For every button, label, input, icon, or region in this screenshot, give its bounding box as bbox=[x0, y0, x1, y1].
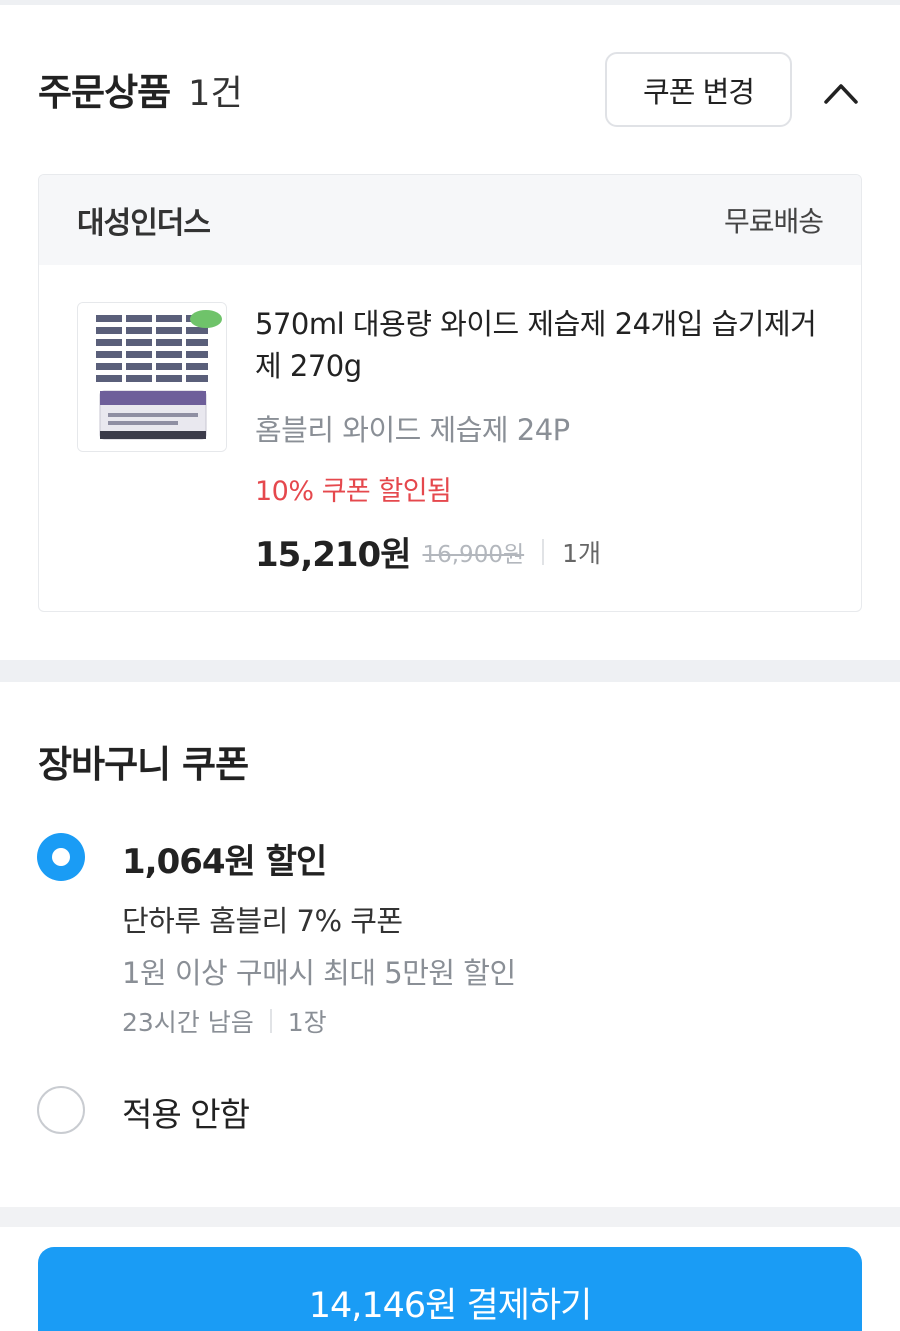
product-coupon-note: 10% 쿠폰 할인됨 bbox=[255, 476, 452, 507]
quantity: 1개 bbox=[562, 538, 602, 568]
seller-name: 대성인더스 bbox=[77, 206, 211, 241]
product-thumbnail[interactable] bbox=[77, 302, 227, 452]
coupon-option-meta: 23시간 남음 1장 bbox=[122, 1003, 327, 1039]
product-image bbox=[78, 303, 226, 451]
coupon-option-discount[interactable]: 1,064원 할인 bbox=[122, 834, 327, 883]
order-section-title: 주문상품 bbox=[38, 71, 171, 114]
pay-button[interactable]: 14,146원 결제하기 bbox=[38, 1247, 862, 1331]
sale-price: 15,210원 bbox=[255, 535, 411, 575]
bottom-separator bbox=[0, 1207, 900, 1227]
coupon-option-condition: 1원 이상 구매시 최대 5만원 할인 bbox=[122, 956, 516, 990]
coupon-option-not-apply[interactable]: 적용 안함 bbox=[122, 1088, 250, 1136]
cart-coupon-title: 장바구니 쿠폰 bbox=[38, 743, 249, 786]
product-option: 홈블리 와이드 제습제 24P bbox=[255, 413, 570, 447]
order-section-header: 주문상품 1건 bbox=[38, 62, 243, 116]
coupon-option-radio-none[interactable] bbox=[37, 1086, 85, 1134]
original-price: 16,900원 bbox=[422, 541, 525, 568]
product-name[interactable]: 570ml 대용량 와이드 제습제 24개입 습기제거제 270g bbox=[255, 303, 835, 387]
divider bbox=[269, 1009, 272, 1033]
section-separator bbox=[0, 660, 900, 682]
coupon-time-left: 23시간 남음 bbox=[122, 1008, 254, 1037]
price-row: 15,210원 16,900원 1개 bbox=[255, 527, 601, 576]
chevron-up-icon[interactable] bbox=[818, 72, 864, 112]
shipping-fee-label: 무료배송 bbox=[723, 205, 824, 238]
coupon-option-radio-selected[interactable] bbox=[37, 833, 85, 881]
seller-header: 대성인더스 무료배송 bbox=[39, 175, 861, 265]
coupon-count: 1장 bbox=[287, 1008, 327, 1037]
coupon-option-name: 단하루 홈블리 7% 쿠폰 bbox=[122, 904, 403, 938]
coupon-change-button[interactable]: 쿠폰 변경 bbox=[605, 52, 792, 127]
pay-button-label: 14,146원 결제하기 bbox=[308, 1286, 593, 1326]
order-item-count: 1건 bbox=[188, 74, 243, 114]
top-divider bbox=[0, 0, 900, 5]
seller-order-card: 대성인더스 무료배송 570ml 대용량 와이드 제습제 24개입 습기제거제 … bbox=[38, 174, 862, 612]
divider bbox=[542, 538, 545, 565]
